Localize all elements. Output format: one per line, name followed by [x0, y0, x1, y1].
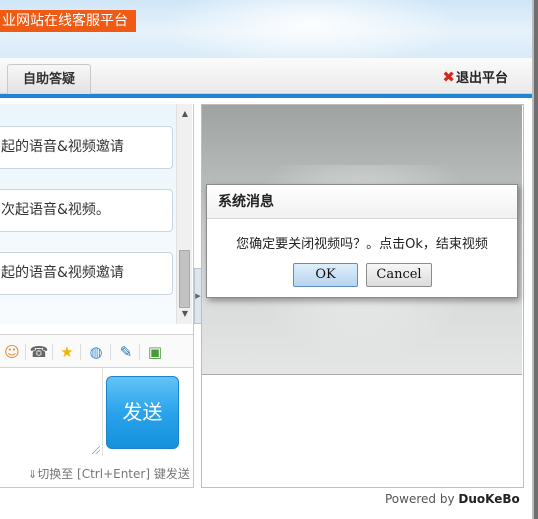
message-bubble: 次起语音&视频。: [0, 189, 173, 232]
emoji-icon[interactable]: ☺: [2, 342, 22, 362]
toolbar-divider: [139, 344, 140, 360]
chat-toolbar: ☺ ☎ ★ ◍ ✎ ▣: [0, 334, 193, 368]
footer-brand: DuoKeBo: [458, 492, 520, 506]
powered-by-text: Powered by: [385, 492, 455, 506]
image-icon[interactable]: ▣: [145, 342, 165, 362]
exit-label: 退出平台: [455, 71, 508, 86]
accent-bar: [0, 94, 532, 98]
input-hint[interactable]: ⇓切换至 [Ctrl+Enter] 键发送: [28, 465, 190, 482]
header-glow: [160, 0, 460, 58]
scroll-up-icon[interactable]: ▲: [177, 106, 193, 122]
message-bubble: 起的语音&视频邀请: [0, 126, 173, 169]
globe-icon[interactable]: ◍: [86, 342, 106, 362]
pin-icon[interactable]: ✎: [116, 342, 136, 362]
message-scrollbar[interactable]: ▲ ▼: [176, 104, 192, 324]
message-list: 起的语音&视频邀请 次起语音&视频。 起的语音&视频邀请: [0, 104, 176, 324]
send-button[interactable]: 发送: [106, 376, 179, 449]
dialog-title: 系统消息: [207, 185, 517, 219]
system-message-dialog: 系统消息 您确定要关闭视频吗？。点击Ok，结束视频 OK Cancel: [206, 184, 518, 298]
brand-banner: 业网站在线客服平台: [0, 10, 136, 32]
toolbar-divider: [110, 344, 111, 360]
toolbar-divider: [25, 344, 26, 360]
resize-handle-icon[interactable]: [92, 446, 100, 454]
input-hint-text: 切换至 [Ctrl+Enter] 键发送: [37, 467, 190, 481]
footer-credit: Powered by DuoKeBo: [385, 492, 520, 506]
star-icon[interactable]: ★: [57, 342, 77, 362]
tab-bar: 自助答疑 ✖退出平台: [0, 58, 532, 94]
header: 业网站在线客服平台: [0, 0, 538, 58]
exit-platform-button[interactable]: ✖退出平台: [442, 67, 508, 87]
phone-icon[interactable]: ☎: [29, 342, 49, 362]
toolbar-divider: [80, 344, 81, 360]
tab-self-help[interactable]: 自助答疑: [7, 64, 91, 94]
close-icon: ✖: [442, 68, 455, 86]
toolbar-divider: [52, 344, 53, 360]
cancel-button[interactable]: Cancel: [366, 263, 432, 287]
scroll-thumb[interactable]: [179, 250, 190, 308]
scroll-down-icon[interactable]: ▼: [177, 306, 193, 322]
ok-button[interactable]: OK: [293, 263, 358, 287]
window-edge: [532, 0, 538, 519]
message-bubble: 起的语音&视频邀请: [0, 252, 173, 295]
message-input[interactable]: [0, 368, 103, 456]
chat-panel: 起的语音&视频邀请 次起语音&视频。 起的语音&视频邀请 ▲ ▼ ☺ ☎ ★ ◍…: [0, 104, 194, 488]
arrow-down-icon: ⇓: [28, 468, 38, 481]
dialog-message: 您确定要关闭视频吗？。点击Ok，结束视频: [236, 237, 488, 252]
